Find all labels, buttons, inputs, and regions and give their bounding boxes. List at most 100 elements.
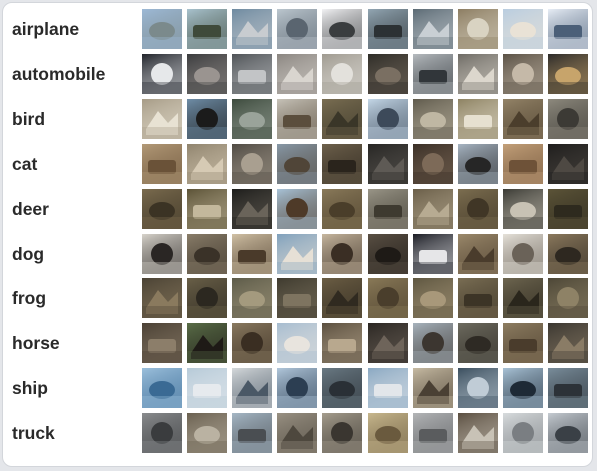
- class-label: ship: [12, 378, 48, 399]
- sample-thumbnail: [142, 323, 182, 364]
- sample-thumbnail: [322, 9, 363, 49]
- class-label: truck: [12, 423, 55, 444]
- sample-thumbnail: [367, 188, 408, 229]
- sample-thumbnail: [502, 9, 543, 49]
- sample-thumbnail: [187, 413, 228, 454]
- sample-thumbnail: [232, 188, 273, 229]
- sample-thumbnail: [322, 368, 363, 409]
- class-label: frog: [12, 288, 47, 309]
- sample-thumbnail: [502, 413, 543, 454]
- sample-thumbnail: [412, 278, 453, 319]
- sample-thumbnail: [142, 188, 182, 229]
- sample-thumbnail: [142, 413, 182, 454]
- sample-thumbnail: [142, 98, 182, 139]
- sample-thumbnail: [547, 323, 588, 364]
- class-row-ship: ship: [3, 368, 594, 409]
- thumbnail-strip: [142, 188, 590, 229]
- sample-thumbnail: [142, 278, 182, 319]
- sample-thumbnail: [187, 53, 228, 94]
- sample-thumbnail: [187, 368, 228, 409]
- sample-thumbnail: [547, 98, 588, 139]
- sample-thumbnail: [232, 98, 273, 139]
- thumbnail-strip: [142, 233, 590, 274]
- image-grid-card: airplane automobile bird cat deer dog frog hors…: [2, 2, 593, 467]
- sample-thumbnail: [277, 188, 318, 229]
- class-label: deer: [12, 198, 49, 219]
- thumbnail-strip: [142, 278, 590, 319]
- sample-thumbnail: [457, 143, 498, 184]
- sample-thumbnail: [547, 188, 588, 229]
- sample-thumbnail: [367, 233, 408, 274]
- class-label: cat: [12, 153, 38, 174]
- sample-thumbnail: [322, 53, 363, 94]
- sample-thumbnail: [232, 278, 273, 319]
- sample-thumbnail: [277, 413, 318, 454]
- sample-thumbnail: [457, 323, 498, 364]
- class-label: dog: [12, 243, 45, 264]
- sample-thumbnail: [277, 323, 318, 364]
- sample-thumbnail: [547, 413, 588, 454]
- sample-thumbnail: [322, 278, 363, 319]
- sample-thumbnail: [187, 143, 228, 184]
- sample-thumbnail: [412, 413, 453, 454]
- sample-thumbnail: [502, 98, 543, 139]
- sample-thumbnail: [277, 143, 318, 184]
- sample-thumbnail: [502, 188, 543, 229]
- class-label: automobile: [12, 63, 106, 84]
- sample-thumbnail: [277, 368, 318, 409]
- sample-thumbnail: [547, 233, 588, 274]
- sample-thumbnail: [457, 233, 498, 274]
- sample-thumbnail: [232, 233, 273, 274]
- sample-thumbnail: [412, 368, 453, 409]
- class-row-bird: bird: [3, 98, 594, 139]
- sample-thumbnail: [142, 9, 182, 49]
- sample-thumbnail: [457, 413, 498, 454]
- sample-thumbnail: [502, 233, 543, 274]
- class-label: horse: [12, 333, 60, 354]
- sample-thumbnail: [232, 368, 273, 409]
- sample-thumbnail: [187, 188, 228, 229]
- sample-thumbnail: [322, 98, 363, 139]
- class-label: bird: [12, 108, 46, 129]
- thumbnail-strip: [142, 143, 590, 184]
- class-label: airplane: [12, 19, 80, 39]
- sample-thumbnail: [367, 323, 408, 364]
- sample-thumbnail: [277, 233, 318, 274]
- sample-thumbnail: [187, 233, 228, 274]
- sample-thumbnail: [232, 9, 273, 49]
- sample-thumbnail: [322, 323, 363, 364]
- sample-thumbnail: [232, 413, 273, 454]
- sample-thumbnail: [367, 278, 408, 319]
- sample-thumbnail: [367, 98, 408, 139]
- sample-thumbnail: [547, 143, 588, 184]
- sample-thumbnail: [457, 278, 498, 319]
- sample-thumbnail: [547, 368, 588, 409]
- class-row-cat: cat: [3, 143, 594, 184]
- sample-thumbnail: [322, 233, 363, 274]
- sample-thumbnail: [412, 98, 453, 139]
- sample-thumbnail: [142, 53, 182, 94]
- sample-thumbnail: [502, 143, 543, 184]
- sample-thumbnail: [367, 9, 408, 49]
- sample-thumbnail: [502, 53, 543, 94]
- sample-thumbnail: [277, 278, 318, 319]
- sample-thumbnail: [232, 143, 273, 184]
- sample-thumbnail: [412, 233, 453, 274]
- sample-thumbnail: [547, 278, 588, 319]
- class-row-airplane: airplane: [3, 9, 594, 49]
- sample-thumbnail: [502, 368, 543, 409]
- sample-thumbnail: [142, 233, 182, 274]
- sample-thumbnail: [277, 53, 318, 94]
- sample-thumbnail: [412, 323, 453, 364]
- sample-thumbnail: [142, 143, 182, 184]
- sample-thumbnail: [367, 413, 408, 454]
- sample-thumbnail: [547, 53, 588, 94]
- sample-thumbnail: [547, 9, 588, 49]
- sample-thumbnail: [502, 323, 543, 364]
- sample-thumbnail: [412, 143, 453, 184]
- sample-thumbnail: [277, 9, 318, 49]
- class-row-automobile: automobile: [3, 53, 594, 94]
- thumbnail-strip: [142, 323, 590, 364]
- sample-thumbnail: [322, 188, 363, 229]
- sample-thumbnail: [457, 53, 498, 94]
